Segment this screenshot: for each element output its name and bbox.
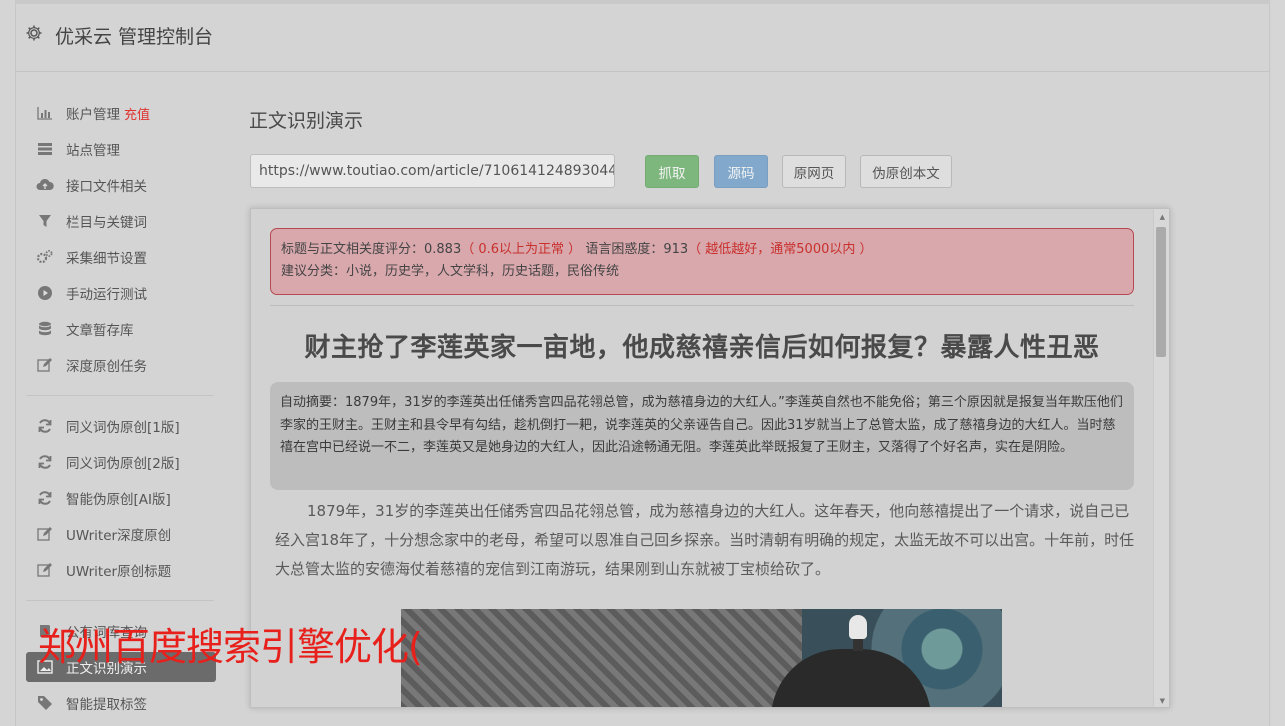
sidebar-item-smart-tags[interactable]: 智能提取标签	[26, 685, 216, 721]
filter-icon	[36, 212, 54, 230]
refresh-icon	[36, 489, 54, 507]
analysis-alert: 标题与正文相关度评分：0.883（ 0.6以上为正常 ） 语言困惑度：913（ …	[270, 228, 1134, 295]
sidebar-item-label: 文章暂存库	[66, 323, 134, 339]
edit-icon	[36, 356, 54, 374]
pseudo-original-button[interactable]: 伪原创本文	[860, 155, 952, 188]
article-body: 1879年，31岁的李莲英出任储秀宫四品花翎总管，成为慈禧身边的大红人。这年春天…	[275, 502, 1135, 578]
refresh-icon	[36, 453, 54, 471]
sidebar-item-collect-settings[interactable]: 采集细节设置	[26, 239, 216, 275]
sidebar-item-label: 智能伪原创[AI版]	[66, 492, 171, 508]
window-right-edge	[1272, 0, 1285, 726]
sidebar-item-account[interactable]: 账户管理 充值	[26, 95, 216, 131]
scroll-up-icon[interactable]: ▲	[1160, 213, 1165, 221]
sidebar-item-manual-run[interactable]: 手动运行测试	[26, 275, 216, 311]
edit-icon	[36, 561, 54, 579]
edit-icon	[36, 525, 54, 543]
server-icon	[36, 140, 54, 158]
play-circle-icon	[36, 284, 54, 302]
sidebar-item-deep-original[interactable]: 深度原创任务	[26, 347, 216, 383]
sidebar-item-label: 接口文件相关	[66, 179, 147, 195]
sidebar-item-label: 账户管理	[66, 107, 120, 123]
sidebar-item-label: 智能提取标签	[66, 697, 147, 713]
sidebar-item-label: UWriter深度原创	[66, 528, 172, 544]
carved-screen	[401, 609, 821, 707]
relevance-note: （ 0.6以上为正常 ）	[461, 242, 582, 257]
sidebar-item-interface[interactable]: 接口文件相关	[26, 167, 216, 203]
sidebar-item-uwriter-deep[interactable]: UWriter深度原创	[26, 516, 216, 552]
sidebar-item-synonym-v2[interactable]: 同义词伪原创[2版]	[26, 444, 216, 480]
bar-chart-icon	[36, 104, 54, 122]
gear-icon[interactable]	[25, 24, 43, 42]
panel-scrollbar[interactable]: ▲ ▼	[1153, 209, 1169, 707]
hat-finial	[849, 615, 867, 639]
sidebar-item-label: 栏目与关键词	[66, 215, 147, 231]
sidebar-item-article-store[interactable]: 文章暂存库	[26, 311, 216, 347]
page-title: 正文识别演示	[249, 110, 364, 132]
tag-icon	[36, 694, 54, 712]
sidebar-item-label: 站点管理	[66, 143, 120, 159]
divider	[270, 305, 1134, 306]
sidebar-item-label: 手动运行测试	[66, 287, 147, 303]
sidebar-item-synonym-v1[interactable]: 同义词伪原创[1版]	[26, 408, 216, 444]
scroll-down-icon[interactable]: ▼	[1160, 697, 1165, 705]
watermark-overlay: 郑州百度搜索引擎优化(	[38, 625, 423, 669]
score-line: 标题与正文相关度评分：0.883（ 0.6以上为正常 ） 语言困惑度：913（ …	[281, 239, 1123, 261]
cloud-upload-icon	[36, 176, 54, 194]
article-title: 财主抢了李莲英家一亩地，他成慈禧亲信后如何报复？暴露人性丑恶	[304, 333, 1100, 363]
scroll-thumb[interactable]	[1156, 227, 1166, 357]
sidebar-item-label: 同义词伪原创[2版]	[66, 456, 180, 472]
auto-summary: 自动摘要：1879年，31岁的李莲英出任储秀宫四品花翎总管，成为慈禧身边的大红人…	[270, 382, 1134, 490]
perplexity-score: 语言困惑度：913	[585, 242, 689, 257]
url-input[interactable]: https://www.toutiao.com/article/71061412…	[250, 154, 615, 188]
app-title: 优采云 管理控制台	[55, 26, 214, 48]
perplexity-note: （ 越低越好，通常5000以内 ）	[688, 242, 873, 257]
database-icon	[36, 320, 54, 338]
original-page-button[interactable]: 原网页	[782, 155, 846, 188]
sidebar-item-ai-pseudo[interactable]: 智能伪原创[AI版]	[26, 480, 216, 516]
article-image	[401, 609, 1002, 707]
refresh-icon	[36, 417, 54, 435]
hat-stem	[853, 637, 863, 651]
sidebar-divider	[26, 395, 214, 396]
relevance-score: 标题与正文相关度评分：0.883	[281, 242, 462, 257]
category-line: 建议分类：小说，历史学，人文学科，历史话题，民俗传统	[281, 264, 620, 279]
sidebar-item-label: 同义词伪原创[1版]	[66, 420, 180, 436]
sidebar-item-label: UWriter原创标题	[66, 564, 172, 580]
sidebar-item-label: 深度原创任务	[66, 359, 147, 375]
sidebar-item-sites[interactable]: 站点管理	[26, 131, 216, 167]
sidebar-divider	[26, 600, 214, 601]
source-button[interactable]: 源码	[714, 155, 768, 188]
app-header: 优采云 管理控制台	[15, 4, 1270, 72]
sidebar-item-columns[interactable]: 栏目与关键词	[26, 203, 216, 239]
sidebar-item-uwriter-title[interactable]: UWriter原创标题	[26, 552, 216, 588]
gears-icon	[36, 248, 54, 266]
grab-button[interactable]: 抓取	[645, 155, 699, 188]
recharge-link[interactable]: 充值	[124, 104, 150, 123]
sidebar-item-label: 采集细节设置	[66, 251, 147, 267]
